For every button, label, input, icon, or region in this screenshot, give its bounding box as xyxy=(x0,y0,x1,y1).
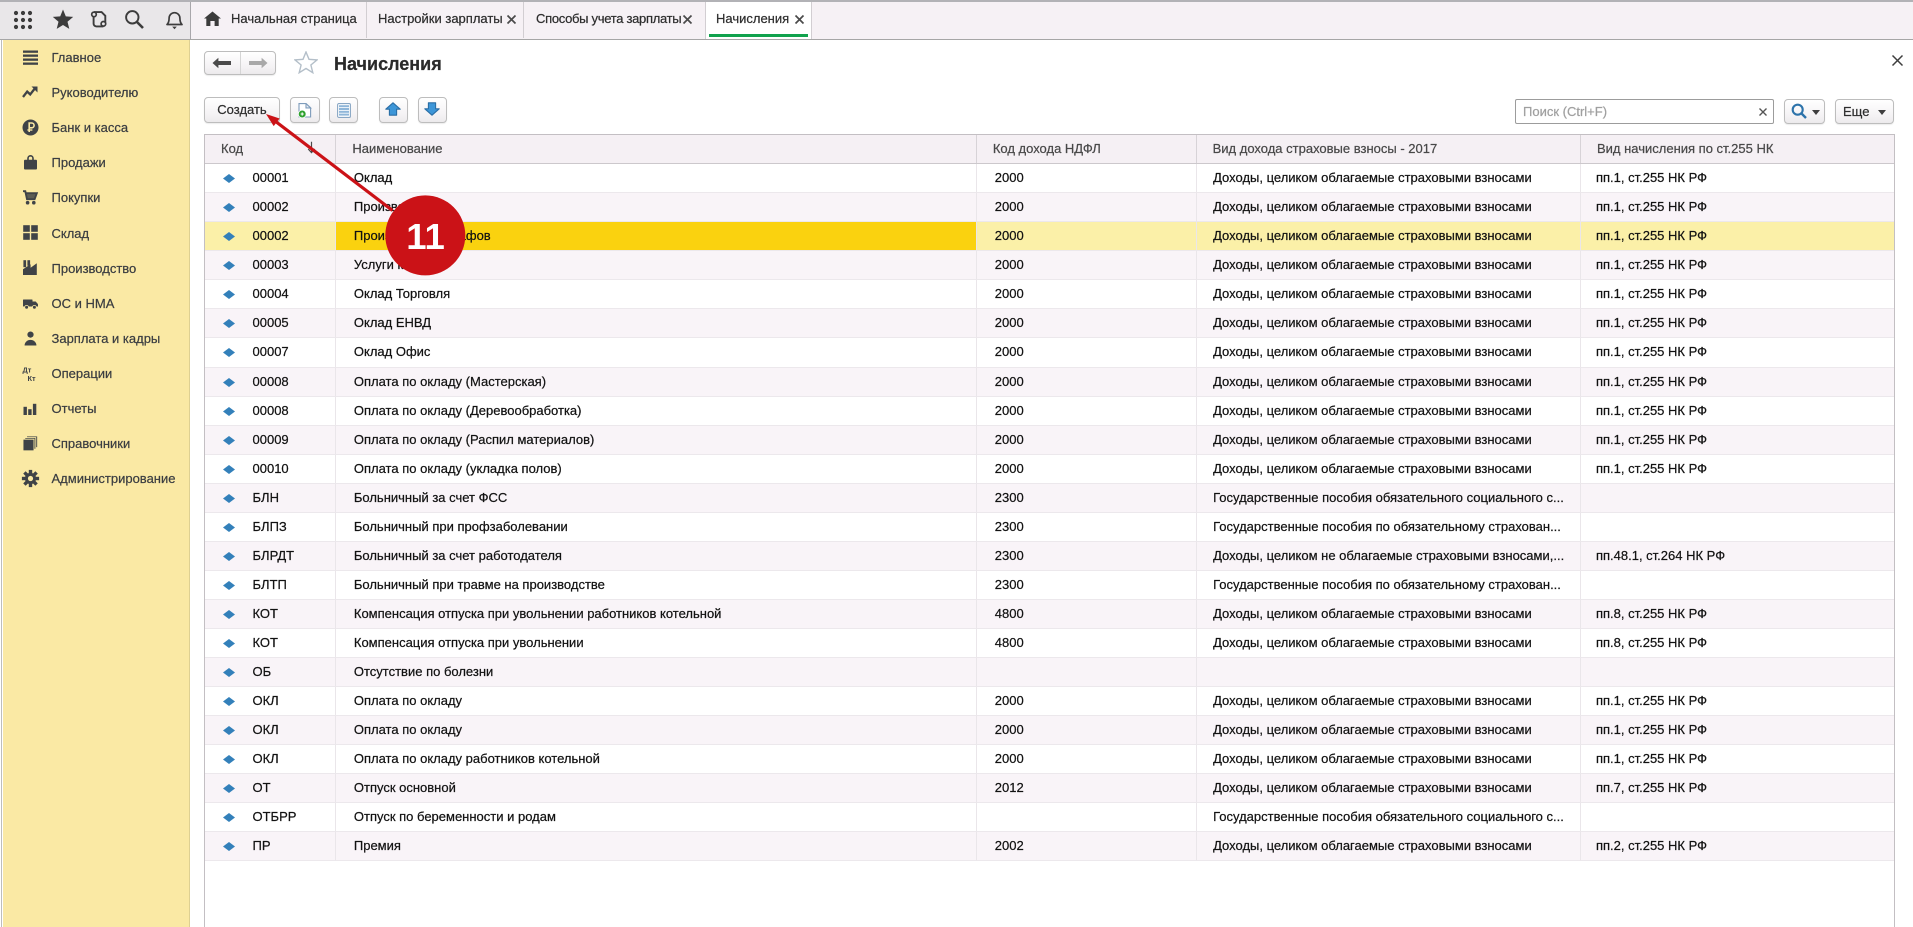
svg-text:11: 11 xyxy=(406,216,445,257)
